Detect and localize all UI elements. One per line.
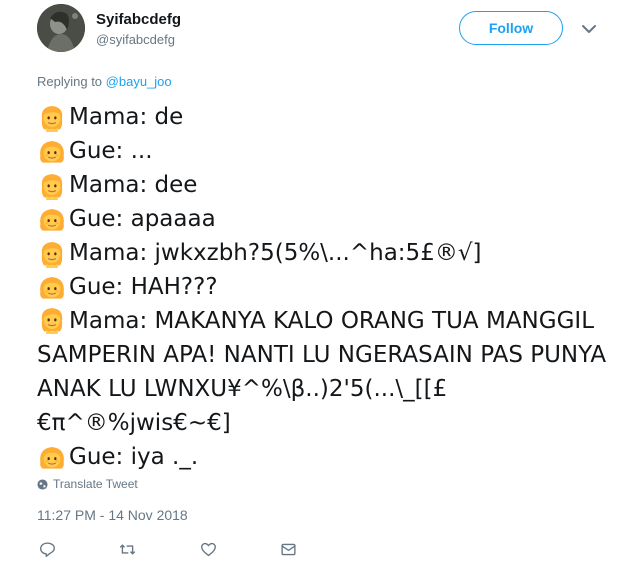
woman-emoji: [41, 242, 63, 268]
tweet-actions: [37, 539, 337, 559]
globe-icon: [37, 478, 48, 490]
tweet-line-text: Mama: de: [69, 104, 184, 130]
retweet-button[interactable]: [117, 539, 137, 559]
woman-emoji: [41, 174, 63, 200]
tweet-line: Mama: MAKANYA KALO ORANG TUA MANGGIL SAM…: [37, 304, 617, 440]
reply-icon: [39, 541, 55, 557]
girl-emoji: [40, 447, 64, 469]
like-button[interactable]: [198, 539, 218, 559]
tweet-line: Mama: dee: [37, 168, 617, 202]
girl-emoji: [40, 209, 64, 231]
tweet-line-text: Gue: apaaaa: [69, 206, 216, 232]
woman-emoji: [41, 106, 63, 132]
tweet-line: Mama: de: [37, 100, 617, 134]
girl-emoji: [40, 277, 64, 299]
reply-button[interactable]: [37, 539, 57, 559]
tweet-text: Mama: de Gue: ... Mama: dee Gue: apaaaa Mama…: [37, 100, 617, 474]
girl-emoji: [40, 141, 64, 163]
retweet-icon: [119, 543, 135, 555]
translate-tweet[interactable]: Translate Tweet: [37, 477, 138, 491]
translate-label: Translate Tweet: [53, 477, 138, 491]
follow-button[interactable]: Follow: [459, 11, 563, 45]
message-button[interactable]: [278, 539, 298, 559]
tweet-line: Mama: jwkxzbh?5(5%\...^ha:5£®√]: [37, 236, 617, 270]
tweet-line: Gue: HAH???: [37, 270, 617, 304]
woman-emoji: [41, 308, 63, 334]
message-icon: [280, 543, 296, 555]
tweet: Syifabcdefg @syifabcdefg Follow Replying…: [0, 0, 635, 574]
timestamp[interactable]: 11:27 PM - 14 Nov 2018: [37, 507, 188, 523]
replying-mention[interactable]: @bayu_joo: [106, 74, 172, 89]
chevron-down-icon[interactable]: [580, 20, 598, 38]
tweet-line-text: Gue: ...: [69, 138, 153, 164]
tweet-line-text: Mama: jwkxzbh?5(5%\...^ha:5£®√]: [69, 240, 482, 266]
avatar-photo: [37, 4, 85, 52]
tweet-line-text: Mama: dee: [69, 172, 198, 198]
tweet-line: Gue: ...: [37, 134, 617, 168]
tweet-line-text: Gue: HAH???: [69, 274, 218, 300]
replying-to: Replying to @bayu_joo: [37, 74, 172, 89]
like-icon: [200, 542, 216, 556]
user-handle[interactable]: @syifabcdefg: [96, 32, 175, 47]
tweet-line: Gue: iya ._.: [37, 440, 617, 474]
avatar[interactable]: [37, 4, 85, 52]
tweet-line: Gue: apaaaa: [37, 202, 617, 236]
replying-prefix: Replying to: [37, 74, 103, 89]
tweet-line-text: Gue: iya ._.: [69, 444, 199, 470]
tweet-line-text: Mama: MAKANYA KALO ORANG TUA MANGGIL SAM…: [37, 308, 607, 436]
display-name[interactable]: Syifabcdefg: [96, 11, 181, 28]
